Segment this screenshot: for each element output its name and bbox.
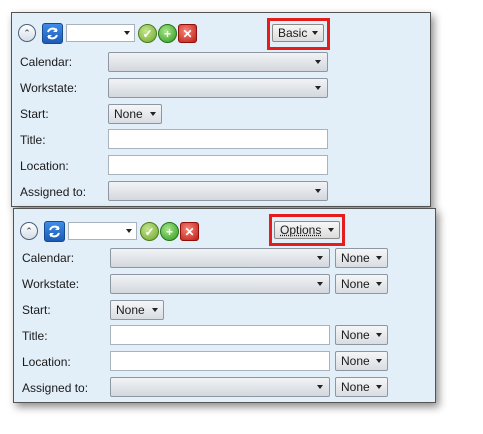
delete-icon: ✕ — [182, 26, 193, 41]
chevron-down-icon — [376, 359, 382, 363]
chevron-down-icon — [315, 189, 321, 193]
apply-button[interactable]: ✓ — [140, 222, 159, 241]
assigned-to-option-select[interactable]: None — [335, 377, 388, 397]
chevron-down-icon — [317, 282, 323, 286]
title-input[interactable] — [108, 129, 328, 149]
start-select[interactable]: None — [110, 300, 164, 320]
refresh-icon — [49, 225, 60, 238]
assigned-to-label: Assigned to: — [20, 185, 87, 199]
start-label: Start: — [22, 303, 51, 317]
check-icon: ✓ — [144, 224, 155, 239]
delete-icon: ✕ — [184, 224, 195, 239]
basic-panel: ⌃ ✓ + ✕ Basic Calendar: Workstate: Start… — [11, 12, 431, 207]
chevron-down-icon — [124, 31, 130, 35]
start-select[interactable]: None — [108, 104, 162, 124]
chevron-down-icon — [328, 228, 334, 232]
mode-dropdown[interactable]: Options — [274, 221, 340, 239]
chevron-down-icon — [152, 308, 158, 312]
toolbar: ⌃ ✓ + ✕ Options — [14, 209, 435, 246]
title-option-select[interactable]: None — [335, 325, 388, 345]
calendar-select[interactable] — [108, 52, 328, 72]
mode-dropdown[interactable]: Basic — [272, 24, 324, 42]
calendar-label: Calendar: — [22, 251, 75, 265]
chevron-down-icon — [315, 60, 321, 64]
options-panel: ⌃ ✓ + ✕ Options Calendar: None Workstate… — [13, 208, 436, 403]
location-input[interactable] — [110, 351, 330, 371]
location-option-select[interactable]: None — [335, 351, 388, 371]
calendar-label: Calendar: — [20, 55, 73, 69]
workstate-label: Workstate: — [22, 277, 80, 291]
calendar-option-select[interactable]: None — [335, 248, 388, 268]
chevron-down-icon — [376, 333, 382, 337]
workstate-select[interactable] — [110, 274, 330, 294]
workstate-option-value: None — [341, 277, 370, 291]
chevron-down-icon — [315, 86, 321, 90]
title-option-value: None — [341, 328, 370, 342]
chevron-down-icon — [376, 282, 382, 286]
chevron-up-icon: ⌃ — [25, 225, 33, 236]
chevron-down-icon — [126, 229, 132, 233]
preset-select[interactable] — [66, 24, 135, 42]
start-label: Start: — [20, 107, 49, 121]
start-value: None — [114, 107, 143, 121]
chevron-down-icon — [312, 31, 318, 35]
calendar-option-value: None — [341, 251, 370, 265]
chevron-down-icon — [376, 256, 382, 260]
delete-button[interactable]: ✕ — [180, 222, 199, 241]
start-value: None — [116, 303, 145, 317]
location-input[interactable] — [108, 155, 328, 175]
chevron-down-icon — [376, 385, 382, 389]
title-input[interactable] — [110, 325, 330, 345]
toolbar: ⌃ ✓ + ✕ Basic — [12, 13, 430, 50]
workstate-option-select[interactable]: None — [335, 274, 388, 294]
chevron-down-icon — [150, 112, 156, 116]
chevron-down-icon — [317, 256, 323, 260]
apply-button[interactable]: ✓ — [138, 24, 157, 43]
assigned-to-option-value: None — [341, 380, 370, 394]
location-option-value: None — [341, 354, 370, 368]
add-icon: + — [163, 26, 171, 41]
title-label: Title: — [20, 133, 46, 147]
add-icon: + — [165, 224, 173, 239]
check-icon: ✓ — [142, 26, 153, 41]
preset-select[interactable] — [68, 222, 137, 240]
refresh-button[interactable] — [44, 221, 65, 242]
chevron-up-icon: ⌃ — [23, 27, 31, 38]
workstate-select[interactable] — [108, 78, 328, 98]
title-label: Title: — [22, 329, 48, 343]
mode-label: Basic — [278, 26, 308, 40]
collapse-button[interactable]: ⌃ — [18, 24, 36, 42]
assigned-to-label: Assigned to: — [22, 381, 89, 395]
location-label: Location: — [22, 355, 71, 369]
location-label: Location: — [20, 159, 69, 173]
chevron-down-icon — [317, 385, 323, 389]
delete-button[interactable]: ✕ — [178, 24, 197, 43]
add-button[interactable]: + — [158, 24, 177, 43]
assigned-to-select[interactable] — [108, 181, 328, 201]
calendar-select[interactable] — [110, 248, 330, 268]
collapse-button[interactable]: ⌃ — [20, 222, 38, 240]
refresh-icon — [47, 27, 58, 40]
refresh-button[interactable] — [42, 23, 63, 44]
mode-label: Options — [280, 223, 322, 237]
workstate-label: Workstate: — [20, 81, 78, 95]
add-button[interactable]: + — [160, 222, 179, 241]
assigned-to-select[interactable] — [110, 377, 330, 397]
